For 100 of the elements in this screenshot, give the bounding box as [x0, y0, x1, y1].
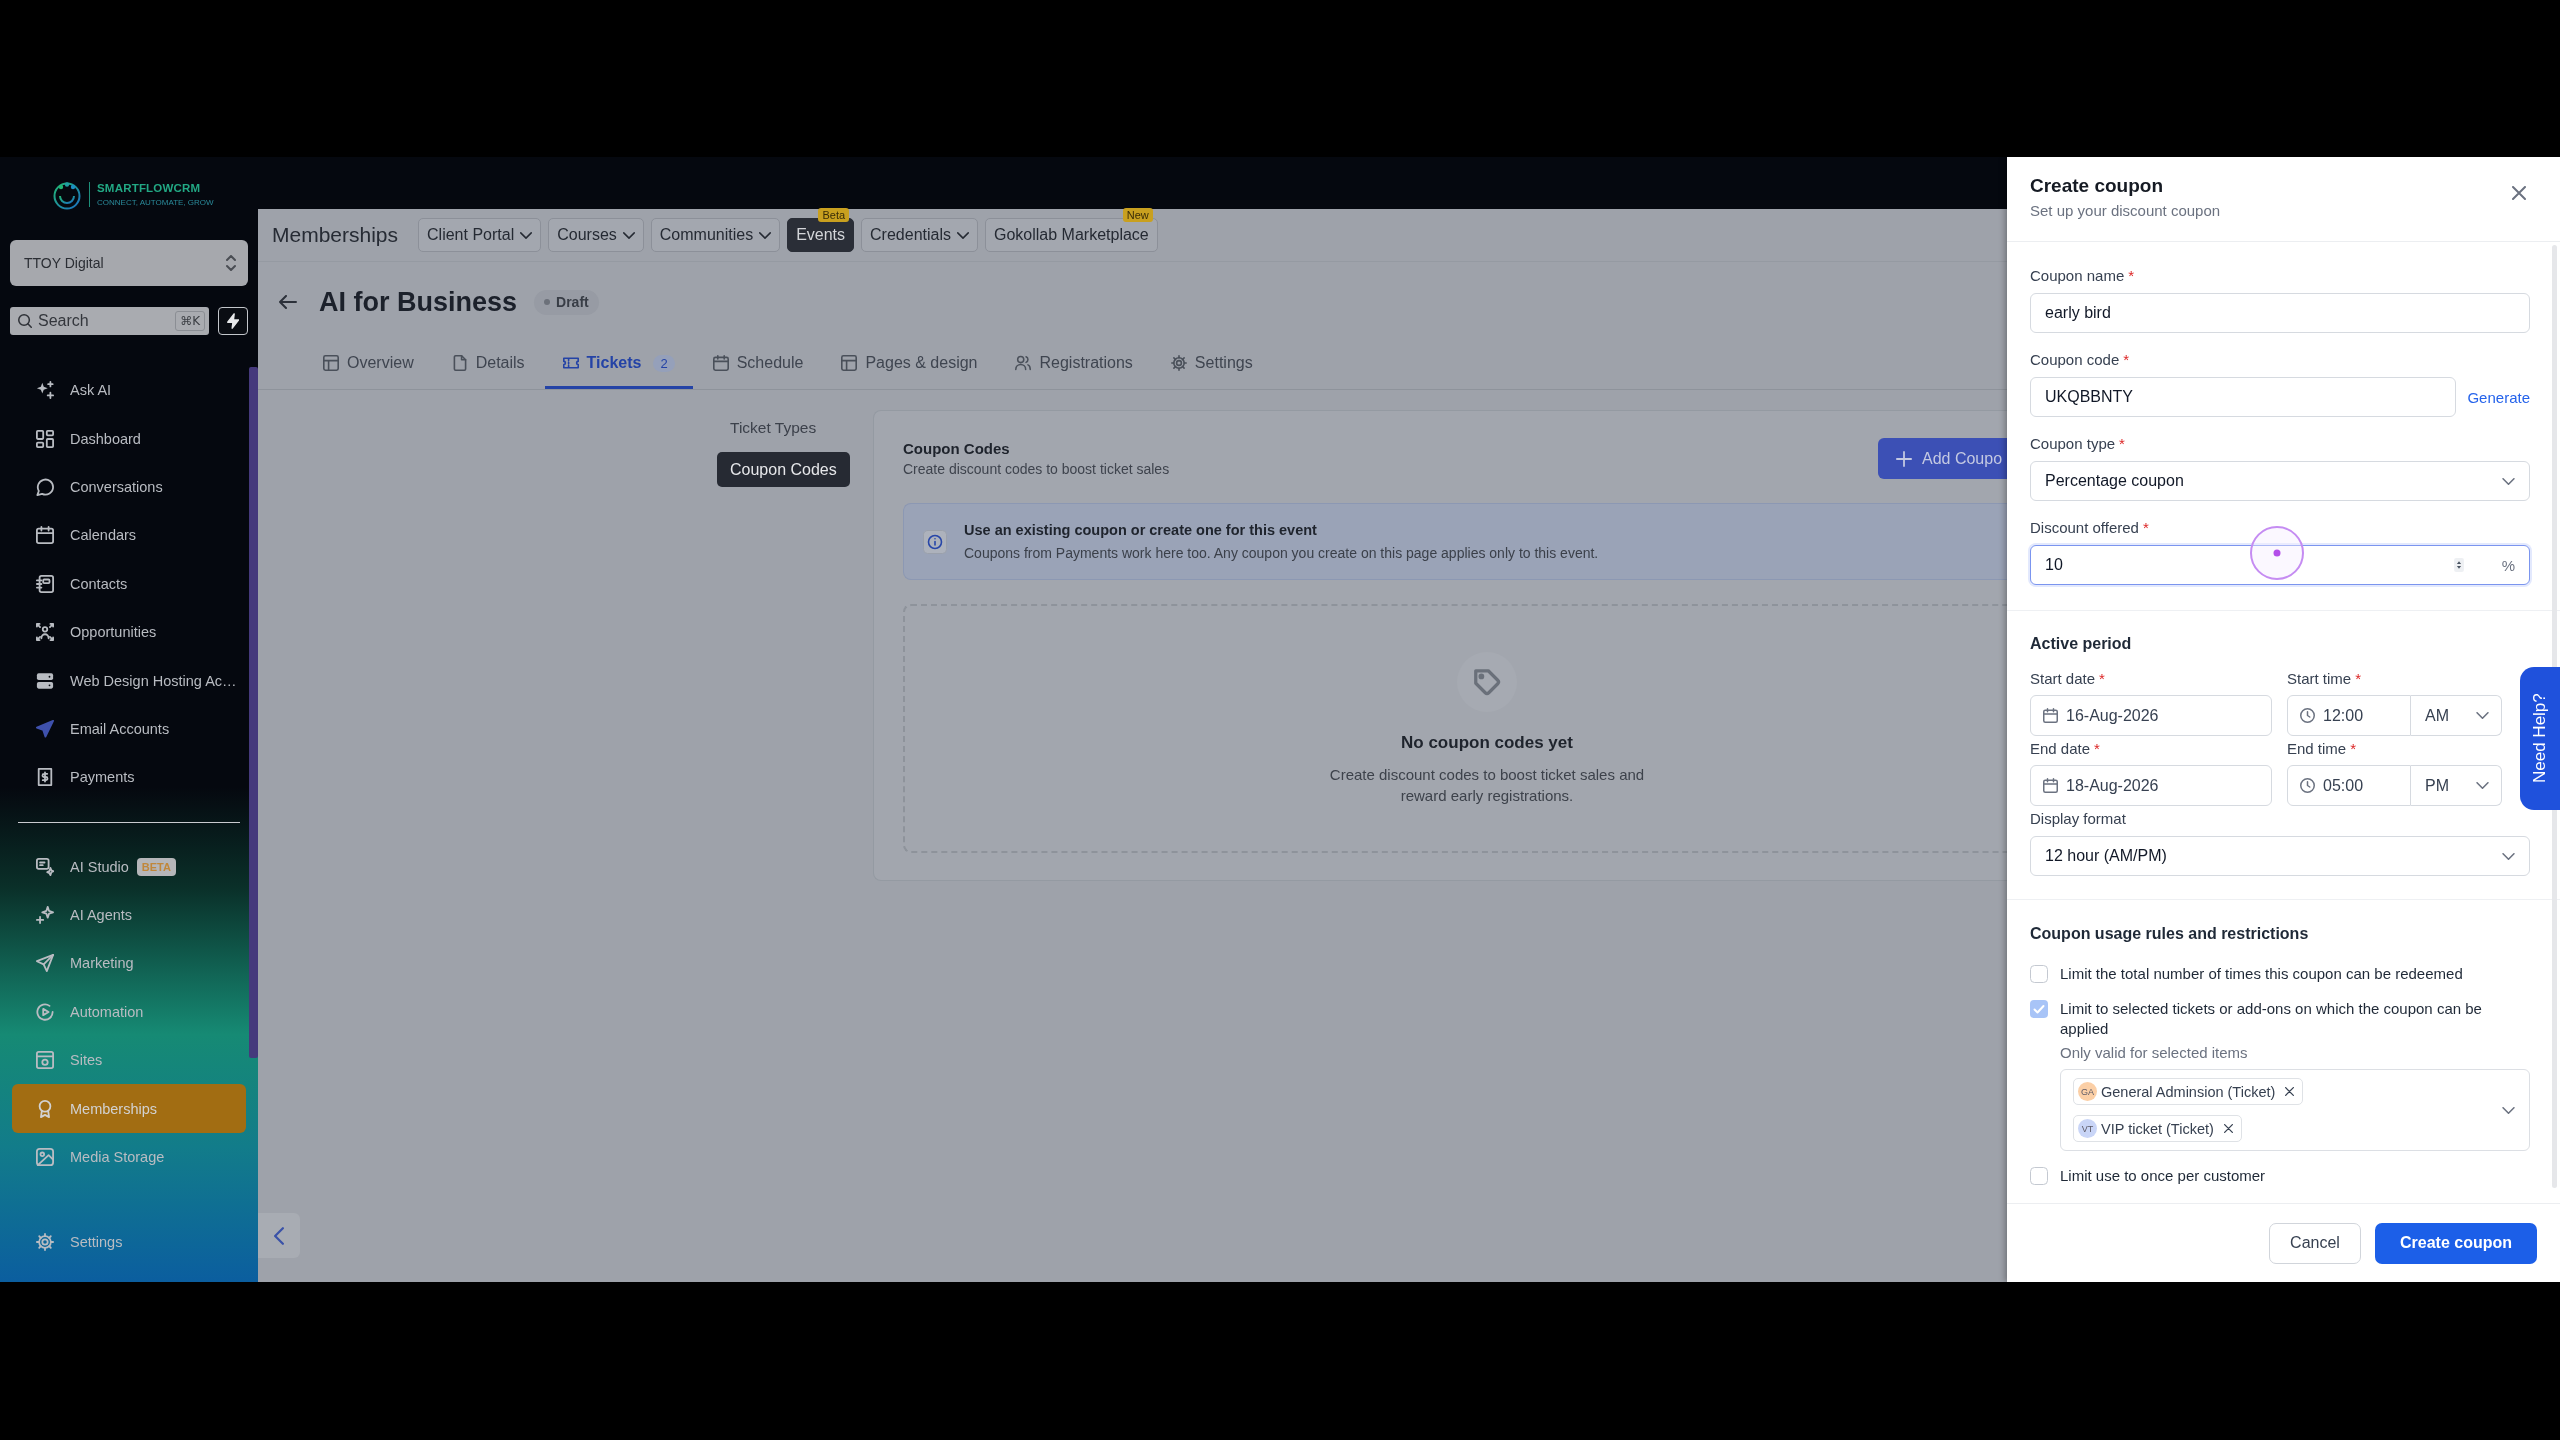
remove-icon[interactable] — [2285, 1087, 2295, 1096]
nav-item[interactable]: Opportunities — [12, 607, 246, 657]
chevron-left-icon — [274, 1226, 284, 1245]
number-field[interactable]: 10 % — [2030, 545, 2530, 585]
chip-label: VIP ticket (Ticket) — [2101, 1120, 2214, 1137]
checkbox[interactable] — [2030, 1000, 2048, 1018]
sub-nav-item[interactable]: Coupon Codes — [717, 452, 850, 487]
calendar-icon — [2043, 708, 2058, 723]
text-field[interactable]: early bird — [2030, 293, 2530, 333]
multi-select-field[interactable]: GA General Adminsion (Ticket) VT VIP ticket (Ticket) — [2060, 1069, 2530, 1151]
nav-item[interactable]: Marketing — [12, 939, 246, 988]
notice-title: Use an existing coupon or create one for this event — [964, 521, 1318, 540]
search-field[interactable]: Search ⌘K — [10, 307, 209, 335]
collapse-button[interactable] — [258, 1213, 300, 1258]
select-field[interactable]: AM — [2411, 695, 2502, 736]
nav-item[interactable]: Calendars — [12, 511, 246, 560]
status-badge: BETA — [136, 857, 176, 876]
date-field[interactable]: 16-Aug-2026 — [2030, 695, 2272, 736]
generate-link[interactable]: Generate — [2467, 388, 2530, 406]
tab[interactable]: Overview — [305, 340, 432, 389]
nav-item[interactable]: Email Accounts — [12, 704, 246, 754]
up-down-chevron-icon — [226, 255, 236, 271]
field-label: End date — [2030, 739, 2091, 759]
grid-icon — [36, 429, 54, 448]
required-mark: * — [2119, 434, 2125, 454]
back-arrow-icon[interactable] — [279, 295, 297, 309]
chevron-down-icon — [2502, 1106, 2515, 1114]
help-tab[interactable]: Need Help? — [2520, 667, 2560, 810]
field-label: End time — [2287, 739, 2347, 759]
scrollbar-thumb[interactable] — [249, 367, 258, 1058]
screen-sparkle-icon — [36, 857, 54, 876]
document-icon — [451, 355, 468, 371]
nav-item[interactable]: AI Studio BETA — [12, 842, 246, 891]
checkbox[interactable] — [2030, 1167, 2048, 1185]
feature-badge: New — [1122, 208, 1153, 222]
text-field[interactable]: UKQBBNTY — [2030, 377, 2457, 417]
chevron-down-icon — [2476, 782, 2489, 789]
plus-icon — [1896, 450, 1912, 467]
section-title: Active period — [2030, 634, 2132, 654]
field-label: Coupon name — [2030, 266, 2125, 286]
nav-item[interactable]: Conversations — [12, 462, 246, 512]
nav-tab[interactable]: Communities — [650, 218, 781, 252]
field-label: Coupon code — [2030, 350, 2120, 370]
ticket-chip[interactable]: GA General Adminsion (Ticket) — [2073, 1078, 2304, 1105]
tab[interactable]: Settings — [1152, 340, 1271, 389]
nav-tab[interactable]: Events — [787, 218, 855, 252]
stepper-icon — [2453, 558, 2464, 572]
account-switcher[interactable]: TTOY Digital — [10, 240, 248, 286]
initials-avatar: VT — [2078, 1119, 2097, 1138]
helper-text: Only valid for selected items — [2060, 1043, 2248, 1063]
sparkles-icon — [36, 381, 54, 400]
field-label: Discount offered — [2030, 518, 2139, 538]
sparkle-plus-icon — [36, 906, 54, 925]
info-icon — [923, 529, 947, 554]
settings-icon — [1170, 355, 1187, 371]
count-badge: 2 — [653, 354, 675, 372]
nav-item[interactable]: AI Agents — [12, 890, 246, 940]
nav-item[interactable]: Payments — [12, 753, 246, 802]
tab[interactable]: Schedule — [694, 340, 822, 389]
close-icon[interactable] — [2512, 186, 2526, 200]
select-field[interactable]: 12 hour (AM/PM) — [2030, 836, 2530, 876]
checkbox[interactable] — [2030, 965, 2048, 983]
time-field[interactable]: 05:00 — [2287, 765, 2411, 806]
create-coupon-button[interactable]: Create coupon — [2375, 1222, 2537, 1264]
users-icon — [1015, 355, 1032, 371]
nav-item[interactable]: Contacts — [12, 559, 246, 608]
award-ribbon-icon — [36, 1099, 54, 1118]
cancel-button[interactable]: Cancel — [2269, 1222, 2361, 1264]
tab[interactable]: Registrations — [997, 340, 1151, 389]
drawer-subtitle: Set up your discount coupon — [2030, 201, 2221, 221]
tab[interactable]: Pages & design — [823, 340, 996, 389]
select-field[interactable]: Percentage coupon — [2030, 461, 2530, 501]
card-title: Coupon Codes — [903, 438, 1011, 459]
required-mark: * — [2094, 739, 2100, 759]
select-field[interactable]: PM — [2411, 765, 2502, 806]
unit-label: % — [2501, 556, 2515, 574]
people-arrows-icon — [36, 623, 54, 642]
contact-book-icon — [36, 574, 54, 593]
calendar-icon — [36, 526, 54, 545]
nav-tab[interactable]: Credentials — [861, 218, 978, 252]
send-icon — [36, 954, 54, 973]
sub-nav-item[interactable]: Ticket Types — [717, 410, 830, 445]
search-icon — [18, 314, 32, 328]
nav-tab[interactable]: Courses — [548, 218, 644, 252]
date-field[interactable]: 18-Aug-2026 — [2030, 765, 2272, 806]
nav-item[interactable]: Ask AI — [12, 366, 246, 415]
nav-tab[interactable]: Gokollab Marketplace — [985, 218, 1158, 252]
add-coupon-button[interactable]: Add Coupo — [1878, 438, 2007, 479]
quick-action-button[interactable] — [218, 307, 248, 335]
tab[interactable]: Details — [433, 340, 543, 389]
time-field[interactable]: 12:00 — [2287, 695, 2411, 736]
nav-item[interactable]: Web Design Hosting Ac… — [12, 656, 246, 705]
ticket-chip[interactable]: VT VIP ticket (Ticket) — [2073, 1115, 2242, 1142]
field-label: Start time — [2287, 669, 2352, 689]
remove-icon[interactable] — [2223, 1124, 2233, 1133]
notice-text: Coupons from Payments work here too. Any coupon you create on this page applies only to this event. — [964, 544, 1599, 563]
chevron-down-icon — [2502, 477, 2515, 485]
nav-tab[interactable]: Client Portal — [418, 218, 542, 252]
nav-item[interactable]: Dashboard — [12, 414, 246, 463]
logo-icon — [52, 179, 82, 210]
